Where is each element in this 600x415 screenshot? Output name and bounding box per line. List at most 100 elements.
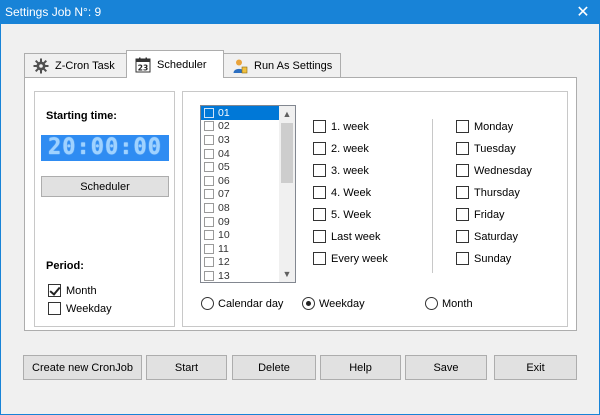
list-item[interactable]: 02 bbox=[201, 120, 280, 134]
checkbox-box[interactable] bbox=[204, 107, 214, 118]
checkbox-box[interactable] bbox=[456, 186, 469, 199]
list-item[interactable]: 06 bbox=[201, 174, 280, 188]
list-item[interactable]: 07 bbox=[201, 188, 280, 202]
tab-z-cron-task[interactable]: Z-Cron Task bbox=[24, 53, 127, 77]
list-item[interactable]: 09 bbox=[201, 215, 280, 229]
monday-checkbox[interactable]: Monday bbox=[456, 120, 513, 133]
checkbox-box[interactable] bbox=[456, 164, 469, 177]
last-week-checkbox[interactable]: Last week bbox=[313, 230, 381, 243]
start-button[interactable]: Start bbox=[146, 355, 227, 380]
checkbox-box[interactable] bbox=[456, 252, 469, 265]
scrollbar-thumb[interactable] bbox=[281, 123, 293, 183]
checkbox-box[interactable] bbox=[48, 284, 61, 297]
checkbox-box[interactable] bbox=[204, 243, 214, 254]
tab-label: Scheduler bbox=[157, 58, 207, 71]
list-item-label: 07 bbox=[218, 188, 230, 201]
period-month-checkbox[interactable]: Month bbox=[48, 284, 97, 297]
friday-checkbox[interactable]: Friday bbox=[456, 208, 505, 221]
scroll-up-icon[interactable]: ▲ bbox=[279, 106, 295, 122]
checkbox-box[interactable] bbox=[313, 252, 326, 265]
tuesday-checkbox[interactable]: Tuesday bbox=[456, 142, 516, 155]
list-item[interactable]: 13 bbox=[201, 269, 280, 282]
checkbox-box[interactable] bbox=[204, 230, 214, 241]
checkbox-box[interactable] bbox=[204, 134, 214, 145]
checkbox-label: Wednesday bbox=[474, 164, 532, 177]
scroll-down-icon[interactable]: ▼ bbox=[279, 266, 295, 282]
week-1-checkbox[interactable]: 1. week bbox=[313, 120, 369, 133]
radio-circle[interactable] bbox=[302, 297, 315, 310]
checkbox-label: Thursday bbox=[474, 186, 520, 199]
saturday-checkbox[interactable]: Saturday bbox=[456, 230, 518, 243]
checkbox-box[interactable] bbox=[313, 164, 326, 177]
days-listbox[interactable]: 01 02 03 04 05 06 07 08 09 10 11 12 13 ▲… bbox=[200, 105, 296, 283]
checkbox-label: 2. week bbox=[331, 142, 369, 155]
scheduler-button[interactable]: Scheduler bbox=[41, 176, 169, 197]
list-item[interactable]: 10 bbox=[201, 228, 280, 242]
checkbox-box[interactable] bbox=[204, 270, 214, 281]
checkbox-box[interactable] bbox=[204, 175, 214, 186]
week-3-checkbox[interactable]: 3. week bbox=[313, 164, 369, 177]
list-item-label: 02 bbox=[218, 120, 230, 133]
checkbox-box[interactable] bbox=[204, 257, 214, 268]
list-item-label: 06 bbox=[218, 174, 230, 187]
close-icon[interactable]: ✕ bbox=[566, 0, 600, 24]
tab-scheduler[interactable]: 23 Scheduler bbox=[126, 50, 224, 78]
wednesday-checkbox[interactable]: Wednesday bbox=[456, 164, 532, 177]
radio-circle[interactable] bbox=[425, 297, 438, 310]
gear-icon bbox=[33, 58, 49, 74]
list-item[interactable]: 04 bbox=[201, 147, 280, 161]
help-button[interactable]: Help bbox=[320, 355, 401, 380]
checkbox-label: 4. Week bbox=[331, 186, 372, 199]
radio-label: Calendar day bbox=[218, 297, 284, 310]
every-week-checkbox[interactable]: Every week bbox=[313, 252, 388, 265]
checkbox-box[interactable] bbox=[313, 120, 326, 133]
checkbox-box[interactable] bbox=[313, 208, 326, 221]
save-button[interactable]: Save bbox=[405, 355, 487, 380]
month-radio[interactable]: Month bbox=[425, 297, 473, 310]
checkbox-box[interactable] bbox=[204, 121, 214, 132]
checkbox-box[interactable] bbox=[204, 216, 214, 227]
checkbox-box[interactable] bbox=[313, 230, 326, 243]
list-item[interactable]: 12 bbox=[201, 256, 280, 270]
checkbox-box[interactable] bbox=[456, 142, 469, 155]
checkbox-box[interactable] bbox=[204, 148, 214, 159]
delete-button[interactable]: Delete bbox=[232, 355, 316, 380]
checkbox-label: Sunday bbox=[474, 252, 512, 265]
radio-circle[interactable] bbox=[201, 297, 214, 310]
checkbox-label: 3. week bbox=[331, 164, 369, 177]
days-list-items: 01 02 03 04 05 06 07 08 09 10 11 12 13 bbox=[201, 106, 280, 282]
list-item[interactable]: 11 bbox=[201, 242, 280, 256]
sunday-checkbox[interactable]: Sunday bbox=[456, 252, 511, 265]
user-icon bbox=[232, 58, 248, 74]
checkbox-label: Every week bbox=[331, 252, 388, 265]
week-4-checkbox[interactable]: 4. Week bbox=[313, 186, 371, 199]
checkbox-box[interactable] bbox=[456, 208, 469, 221]
checkbox-box[interactable] bbox=[456, 120, 469, 133]
calendar-day-radio[interactable]: Calendar day bbox=[201, 297, 283, 310]
starting-time-label: Starting time: bbox=[46, 110, 117, 122]
checkbox-box[interactable] bbox=[313, 142, 326, 155]
list-item[interactable]: 08 bbox=[201, 201, 280, 215]
checkbox-box[interactable] bbox=[204, 189, 214, 200]
period-weekday-checkbox[interactable]: Weekday bbox=[48, 302, 112, 315]
create-cronjob-button[interactable]: Create new CronJob bbox=[23, 355, 142, 380]
list-item[interactable]: 03 bbox=[201, 133, 280, 147]
exit-button[interactable]: Exit bbox=[494, 355, 577, 380]
starting-time-display[interactable]: 20:00:00 bbox=[41, 135, 169, 161]
list-item[interactable]: 01 bbox=[201, 106, 280, 120]
days-list-scrollbar[interactable]: ▲ ▼ bbox=[279, 106, 295, 282]
list-item-label: 12 bbox=[218, 256, 230, 269]
week-5-checkbox[interactable]: 5. Week bbox=[313, 208, 371, 221]
window-title: Settings Job N°: 9 bbox=[5, 5, 102, 19]
checkbox-box[interactable] bbox=[313, 186, 326, 199]
week-2-checkbox[interactable]: 2. week bbox=[313, 142, 369, 155]
checkbox-label: Last week bbox=[331, 230, 381, 243]
checkbox-box[interactable] bbox=[204, 162, 214, 173]
checkbox-box[interactable] bbox=[48, 302, 61, 315]
weekday-radio[interactable]: Weekday bbox=[302, 297, 365, 310]
tab-run-as-settings[interactable]: Run As Settings bbox=[223, 53, 341, 77]
checkbox-box[interactable] bbox=[204, 202, 214, 213]
thursday-checkbox[interactable]: Thursday bbox=[456, 186, 520, 199]
list-item[interactable]: 05 bbox=[201, 160, 280, 174]
checkbox-box[interactable] bbox=[456, 230, 469, 243]
